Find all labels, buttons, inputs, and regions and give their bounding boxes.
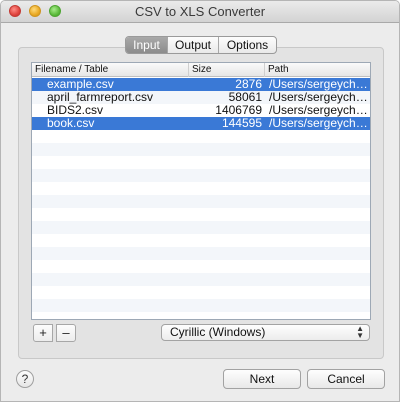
title-bar: CSV to XLS Converter	[1, 1, 399, 23]
column-header-size[interactable]: Size	[189, 63, 265, 77]
empty-table-row[interactable]	[32, 247, 370, 260]
empty-table-row[interactable]	[32, 143, 370, 156]
cell-size: 2876	[235, 78, 262, 91]
remove-file-button[interactable]: –	[56, 324, 76, 342]
table-row[interactable]: april_farmreport.csv 58061/Users/sergeych…	[32, 91, 370, 104]
tab-options[interactable]: Options	[219, 37, 276, 53]
table-row[interactable]: BIDS2.csv 1406769/Users/sergeyche…	[32, 104, 370, 117]
encoding-select-value: Cyrillic (Windows)	[170, 325, 266, 339]
table-row[interactable]: example.csv 2876/Users/sergeyche…	[32, 78, 370, 91]
encoding-select[interactable]: Cyrillic (Windows) ▲ ▼	[161, 324, 370, 341]
updown-arrows-icon: ▲ ▼	[356, 324, 364, 340]
cell-size: 58061	[228, 91, 262, 104]
cell-path: /Users/sergeyche…	[269, 91, 368, 104]
add-file-button[interactable]: +	[33, 324, 53, 342]
empty-table-row[interactable]	[32, 182, 370, 195]
cell-name: BIDS2.csv	[47, 104, 104, 117]
empty-table-row[interactable]	[32, 273, 370, 286]
cell-path: /Users/sergeyche…	[269, 104, 368, 117]
empty-table-row[interactable]	[32, 195, 370, 208]
empty-table-row[interactable]	[32, 286, 370, 299]
cell-name: april_farmreport.csv	[47, 91, 154, 104]
tab-input[interactable]: Input	[126, 37, 168, 53]
help-button[interactable]: ?	[16, 370, 34, 388]
cell-path: /Users/sergeyche…	[269, 78, 368, 91]
empty-table-row[interactable]	[32, 299, 370, 312]
column-header-path[interactable]: Path	[265, 63, 370, 77]
cell-size: 1406769	[215, 104, 262, 117]
table-header: Filename / Table Size Path	[32, 63, 370, 77]
cell-name: book.csv	[47, 117, 95, 130]
cell-name: example.csv	[47, 78, 114, 91]
cell-path: /Users/sergeyche…	[269, 117, 368, 130]
column-header-filename[interactable]: Filename / Table	[32, 63, 189, 77]
empty-table-row[interactable]	[32, 130, 370, 143]
empty-table-row[interactable]	[32, 234, 370, 247]
next-button[interactable]: Next	[223, 369, 301, 389]
cell-size: 144595	[221, 117, 262, 130]
tab-output[interactable]: Output	[168, 37, 219, 53]
file-table[interactable]: Filename / Table Size Path example.csv 28…	[31, 62, 371, 320]
converter-window: CSV to XLS Converter Input Output Option…	[0, 0, 400, 402]
table-body: example.csv 2876/Users/sergeyche… april_fa…	[32, 78, 370, 312]
tab-bar: Input Output Options	[125, 36, 277, 54]
window-title: CSV to XLS Converter	[134, 4, 266, 19]
empty-table-row[interactable]	[32, 260, 370, 273]
empty-table-row[interactable]	[32, 221, 370, 234]
table-row[interactable]: book.csv 144595/Users/sergeyche…	[32, 117, 370, 130]
cancel-button[interactable]: Cancel	[307, 369, 385, 389]
empty-table-row[interactable]	[32, 169, 370, 182]
empty-table-row[interactable]	[32, 156, 370, 169]
empty-table-row[interactable]	[32, 208, 370, 221]
